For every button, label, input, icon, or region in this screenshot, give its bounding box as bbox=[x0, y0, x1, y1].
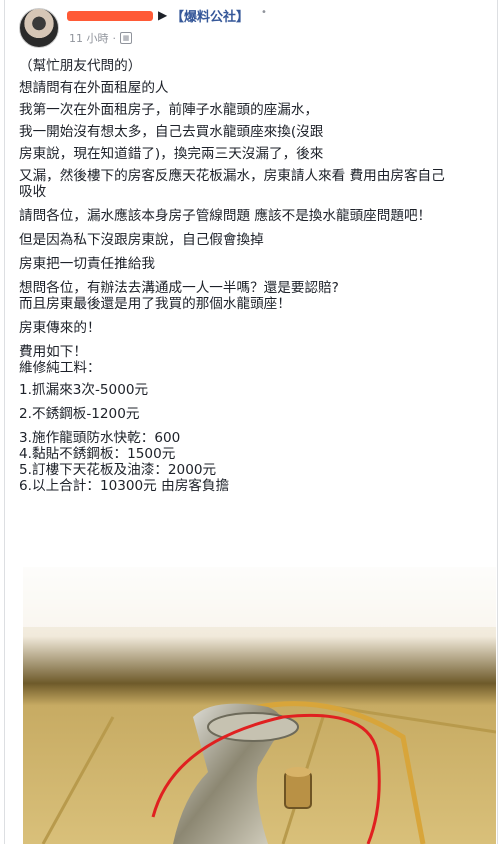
body-line: 4.黏貼不銹鋼板：1500元 bbox=[19, 446, 176, 462]
body-line: 6.以上合計：10300元 由房客負擔 bbox=[19, 478, 230, 494]
separator-dot: · bbox=[112, 31, 117, 45]
body-line: （幫忙朋友代問的） bbox=[19, 58, 142, 74]
post-body: （幫忙朋友代問的） 想請問有在外面租屋的人 我第一次在外面租房子，前陣子水龍頭的… bbox=[19, 58, 489, 494]
body-line: 請問各位，漏水應該本身房子管線問題 應該不是換水龍頭座問題吧！ bbox=[19, 208, 432, 224]
body-line: 房東傳來的！ bbox=[19, 320, 101, 336]
body-line: 但是因為私下沒跟房東說，自己假會換掉 bbox=[19, 232, 264, 248]
group-name-link[interactable]: 【爆料公社】 bbox=[171, 6, 249, 25]
body-line: 想請問有在外面租屋的人 bbox=[19, 80, 169, 96]
body-line: 3.施作龍頭防水快乾：600 bbox=[19, 430, 181, 446]
body-line: 我第一次在外面租房子，前陣子水龍頭的座漏水， bbox=[19, 102, 319, 118]
body-line: 吸收 bbox=[19, 184, 47, 200]
post-header: ▶ 【爆料公社】 • 11 小時 · ▦ bbox=[5, 0, 497, 52]
body-line: 1.抓漏來3次-5000元 bbox=[19, 382, 149, 398]
post-meta: 11 小時 · ▦ bbox=[69, 30, 132, 46]
body-line: 又漏，然後樓下的房客反應天花板漏水，房東請人來看 費用由房客自己 bbox=[19, 168, 445, 184]
body-line: 維修純工料： bbox=[19, 360, 101, 376]
facebook-post: ▶ 【爆料公社】 • 11 小時 · ▦ （幫忙朋友代問的） 想請問有在外面租屋… bbox=[4, 0, 498, 844]
body-line: 5.訂樓下天花板及油漆：2000元 bbox=[19, 462, 217, 478]
share-arrow-icon: ▶ bbox=[158, 8, 168, 22]
body-line: 房東把一切責任推給我 bbox=[19, 256, 155, 272]
post-photo[interactable] bbox=[23, 567, 496, 844]
post-time[interactable]: 11 小時 bbox=[69, 30, 109, 46]
more-options-icon[interactable]: • bbox=[261, 7, 267, 18]
privacy-icon[interactable]: ▦ bbox=[120, 32, 132, 44]
body-line: 房東說，現在知道錯了)，換完兩三天沒漏了，後來 bbox=[19, 146, 324, 162]
author-avatar[interactable] bbox=[19, 8, 59, 48]
author-name-redacted[interactable] bbox=[67, 11, 153, 21]
body-line: 費用如下！ bbox=[19, 344, 87, 360]
body-line: 而且房東最後還是用了我買的那個水龍頭座！ bbox=[19, 296, 291, 312]
body-line: 我一開始沒有想太多，自己去買水龍頭座來換(沒跟 bbox=[19, 124, 324, 140]
body-line: 想問各位，有辦法去溝通成一人一半嗎？還是要認賠? bbox=[19, 280, 339, 296]
body-line: 2.不銹鋼板-1200元 bbox=[19, 406, 140, 422]
